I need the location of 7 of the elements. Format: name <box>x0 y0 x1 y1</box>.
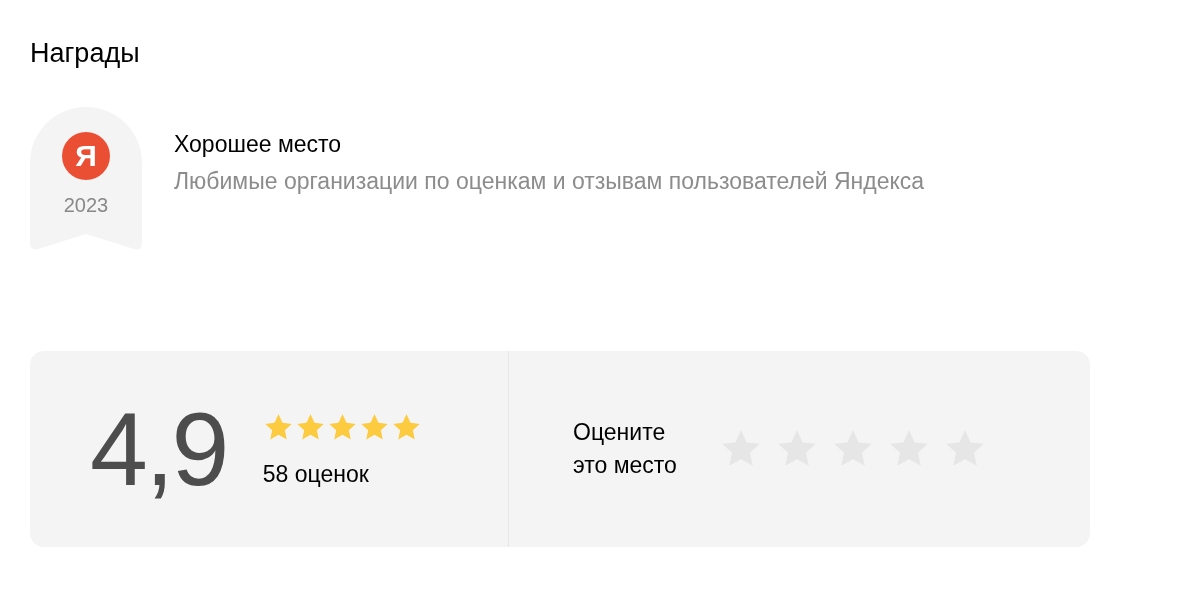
award-description: Любимые организации по оценкам и отзывам пользователей Яндекса <box>174 166 925 196</box>
rating-count: 58 оценок <box>262 460 370 490</box>
rating-value: 4,9 <box>90 397 227 501</box>
rate-prompt: Оцените это место <box>573 417 677 480</box>
award-year: 2023 <box>63 193 109 218</box>
section-title: Награды <box>30 40 141 67</box>
award-title: Хорошее место <box>174 130 343 159</box>
